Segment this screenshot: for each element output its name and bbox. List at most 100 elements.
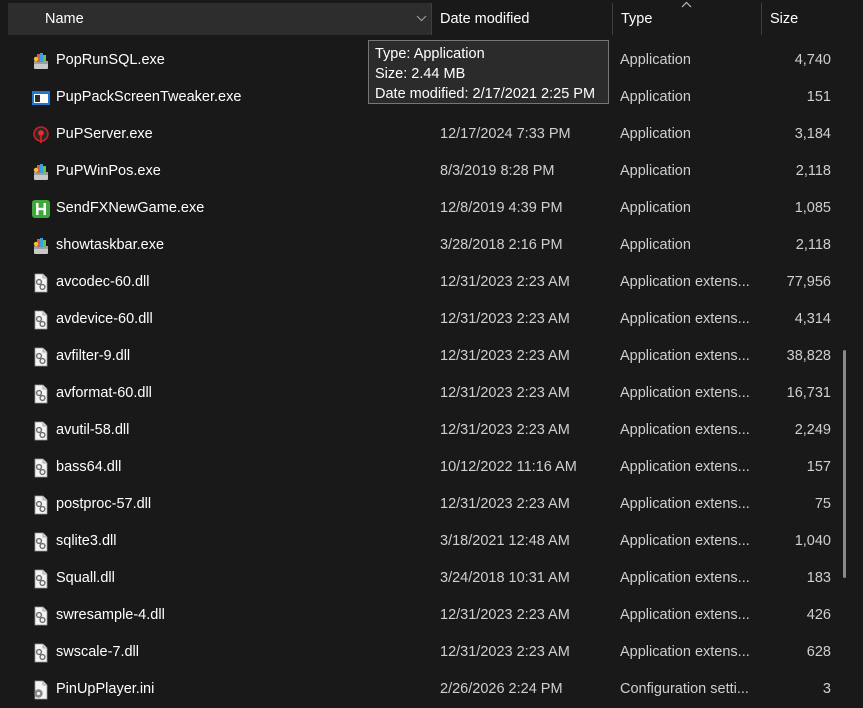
- file-name: avcodec-60.dll: [56, 274, 150, 290]
- file-size: 75: [814, 496, 831, 512]
- dll-file-icon: [31, 310, 51, 330]
- file-type: Application extens...: [620, 607, 750, 623]
- file-date-modified: 10/12/2022 11:16 AM: [440, 459, 577, 475]
- file-name: PinUpPlayer.ini: [56, 681, 155, 697]
- file-type: Application: [620, 163, 691, 179]
- dll-file-icon: [31, 273, 51, 293]
- file-row[interactable]: PuPWinPos.exe 8/3/2019 8:28 PM Application…: [0, 153, 863, 190]
- column-header-name-label: Name: [45, 11, 84, 27]
- green-h-icon: [31, 199, 51, 219]
- file-name: bass64.dll: [56, 459, 122, 475]
- file-date-modified: 12/31/2023 2:23 AM: [440, 422, 570, 438]
- file-name: SendFXNewGame.exe: [56, 200, 205, 216]
- red-ball-icon: [31, 125, 51, 145]
- file-date-modified: 3/28/2018 2:16 PM: [440, 237, 563, 253]
- file-date-modified: 12/17/2024 7:33 PM: [440, 126, 571, 142]
- file-type: Application extens...: [620, 459, 750, 475]
- window-app-icon: [31, 88, 51, 108]
- file-name: swresample-4.dll: [56, 607, 165, 623]
- file-type: Application extens...: [620, 533, 750, 549]
- tooltip-size: Size: 2.44 MB: [375, 66, 466, 82]
- file-row[interactable]: swresample-4.dll 12/31/2023 2:23 AM Applic…: [0, 597, 863, 634]
- chevron-down-icon[interactable]: [416, 14, 427, 22]
- file-row[interactable]: avcodec-60.dll 12/31/2023 2:23 AM Applicat…: [0, 264, 863, 301]
- file-size: 183: [806, 570, 831, 586]
- file-row[interactable]: avutil-58.dll 12/31/2023 2:23 AM Applicati…: [0, 412, 863, 449]
- file-name: sqlite3.dll: [56, 533, 117, 549]
- file-size: 77,956: [786, 274, 831, 290]
- file-row[interactable]: sqlite3.dll 3/18/2021 12:48 AM Application…: [0, 523, 863, 560]
- file-type: Application extens...: [620, 274, 750, 290]
- file-name: avformat-60.dll: [56, 385, 152, 401]
- file-type: Application extens...: [620, 422, 750, 438]
- file-row[interactable]: PinUpPlayer.ini 2/26/2026 2:24 PM Configur…: [0, 671, 863, 708]
- file-row[interactable]: postproc-57.dll 12/31/2023 2:23 AM Applica…: [0, 486, 863, 523]
- file-date-modified: 12/31/2023 2:23 AM: [440, 311, 570, 327]
- file-name: showtaskbar.exe: [56, 237, 165, 253]
- file-size: 2,249: [794, 422, 831, 438]
- file-date-modified: 12/31/2023 2:23 AM: [440, 607, 570, 623]
- app-installer-icon: [31, 236, 51, 256]
- sort-ascending-icon: [681, 1, 692, 8]
- file-row[interactable]: avformat-60.dll 12/31/2023 2:23 AM Applica…: [0, 375, 863, 412]
- file-size: 4,740: [794, 52, 831, 68]
- dll-file-icon: [31, 495, 51, 515]
- file-row[interactable]: bass64.dll 10/12/2022 11:16 AM Application…: [0, 449, 863, 486]
- file-size: 2,118: [795, 163, 831, 179]
- file-date-modified: 3/18/2021 12:48 AM: [440, 533, 570, 549]
- file-type: Application extens...: [620, 644, 750, 660]
- file-name: avfilter-9.dll: [56, 348, 131, 364]
- file-row[interactable]: Squall.dll 3/24/2018 10:31 AM Application …: [0, 560, 863, 597]
- dll-file-icon: [31, 569, 51, 589]
- file-date-modified: 12/31/2023 2:23 AM: [440, 644, 570, 660]
- dll-file-icon: [31, 347, 51, 367]
- file-date-modified: 12/8/2019 4:39 PM: [440, 200, 563, 216]
- column-header-date-modified[interactable]: Date modified: [432, 3, 613, 35]
- file-name: avutil-58.dll: [56, 422, 130, 438]
- settings-file-icon: [31, 680, 51, 700]
- file-row[interactable]: SendFXNewGame.exe 12/8/2019 4:39 PM Applic…: [0, 190, 863, 227]
- file-name: postproc-57.dll: [56, 496, 152, 512]
- file-name: Squall.dll: [56, 570, 115, 586]
- file-type: Application extens...: [620, 496, 750, 512]
- column-header-size[interactable]: Size: [762, 3, 863, 35]
- dll-file-icon: [31, 532, 51, 552]
- column-header-date-label: Date modified: [440, 11, 530, 27]
- file-size: 38,828: [786, 348, 831, 364]
- file-type: Application: [620, 89, 691, 105]
- file-type: Application extens...: [620, 570, 750, 586]
- dll-file-icon: [31, 421, 51, 441]
- app-installer-icon: [31, 51, 51, 71]
- column-header-size-label: Size: [770, 11, 799, 27]
- vertical-scrollbar-thumb[interactable]: [843, 350, 846, 578]
- file-size: 3: [822, 681, 831, 697]
- file-name: PuPWinPos.exe: [56, 163, 161, 179]
- dll-file-icon: [31, 606, 51, 626]
- file-date-modified: 12/31/2023 2:23 AM: [440, 274, 570, 290]
- file-date-modified: 12/31/2023 2:23 AM: [440, 496, 570, 512]
- file-row[interactable]: swscale-7.dll 12/31/2023 2:23 AM Applicati…: [0, 634, 863, 671]
- file-type: Application extens...: [620, 348, 750, 364]
- file-row[interactable]: avdevice-60.dll 12/31/2023 2:23 AM Applica…: [0, 301, 863, 338]
- file-date-modified: 12/31/2023 2:23 AM: [440, 385, 570, 401]
- file-size: 151: [806, 89, 831, 105]
- file-name: PuPServer.exe: [56, 126, 153, 142]
- column-header-bar: Name Date modified Type Size: [0, 0, 863, 36]
- file-row[interactable]: PuPServer.exe 12/17/2024 7:33 PM Applicati…: [0, 116, 863, 153]
- file-size: 157: [806, 459, 831, 475]
- file-size: 2,118: [795, 237, 831, 253]
- file-info-tooltip: Type: Application Size: 2.44 MB Date mod…: [368, 40, 609, 104]
- dll-file-icon: [31, 384, 51, 404]
- file-size: 4,314: [794, 311, 831, 327]
- file-type: Application: [620, 52, 691, 68]
- column-header-name[interactable]: Name: [8, 3, 432, 35]
- file-row[interactable]: showtaskbar.exe 3/28/2018 2:16 PM Applicat…: [0, 227, 863, 264]
- file-type: Application extens...: [620, 311, 750, 327]
- tooltip-type: Type: Application: [375, 46, 485, 62]
- dll-file-icon: [31, 643, 51, 663]
- file-type: Application: [620, 126, 691, 142]
- file-type: Application extens...: [620, 385, 750, 401]
- file-name: avdevice-60.dll: [56, 311, 153, 327]
- file-row[interactable]: avfilter-9.dll 12/31/2023 2:23 AM Applicat…: [0, 338, 863, 375]
- file-size: 426: [806, 607, 831, 623]
